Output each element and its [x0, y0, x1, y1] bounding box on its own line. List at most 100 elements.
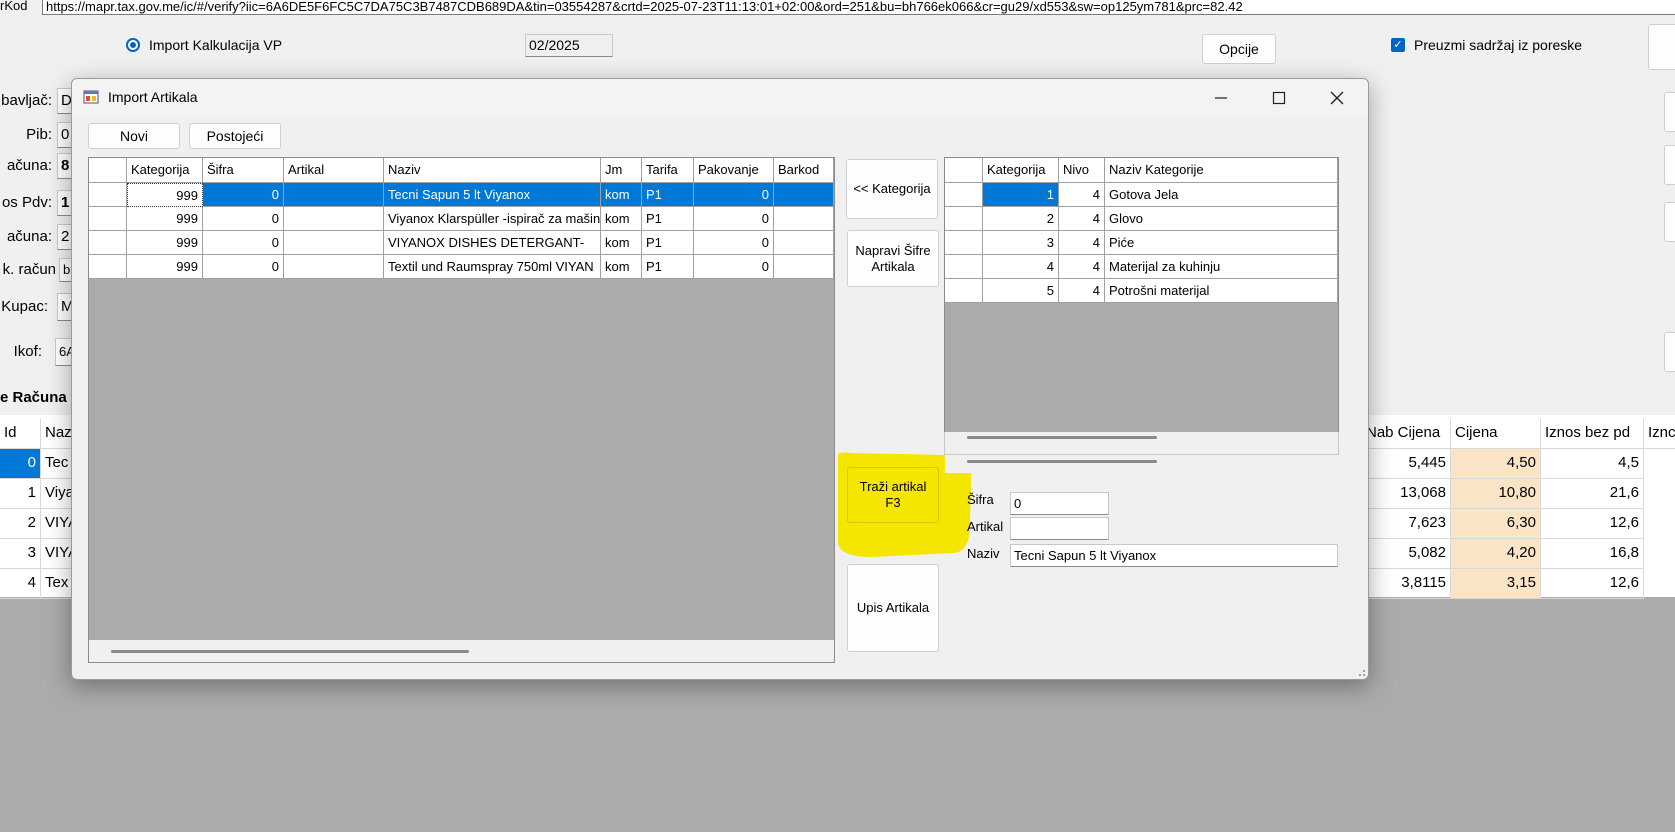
- categories-hscroll-thumb[interactable]: [967, 460, 1157, 463]
- table-row-kategorija[interactable]: 999: [127, 183, 203, 207]
- napravi-sifre-button[interactable]: Napravi Šifre Artikala: [847, 230, 939, 287]
- table-row-nivo[interactable]: 4: [1059, 255, 1105, 279]
- table-row-cijena[interactable]: 4,50: [1451, 449, 1541, 479]
- table-row-iznos[interactable]: 12,6: [1541, 509, 1644, 539]
- table-row-jm[interactable]: kom: [601, 183, 642, 207]
- resize-grip-icon[interactable]: [1356, 667, 1366, 677]
- table-row-nivo[interactable]: 4: [1059, 207, 1105, 231]
- sifra-input[interactable]: 0: [1010, 492, 1109, 515]
- side-button-3[interactable]: [1664, 145, 1675, 185]
- row-header[interactable]: [89, 255, 127, 279]
- table-row-naziv[interactable]: Glovo: [1105, 207, 1338, 231]
- col-header-sifra[interactable]: Šifra: [203, 158, 284, 183]
- row-header[interactable]: [945, 183, 983, 207]
- table-row-pakovanje[interactable]: 0: [694, 183, 774, 207]
- table-row-artikal[interactable]: [284, 255, 384, 279]
- table-row-naziv[interactable]: Textil und Raumspray 750ml VIYAN: [384, 255, 601, 279]
- table-row-nab[interactable]: 7,623: [1362, 509, 1451, 539]
- table-row-tarifa[interactable]: P1: [642, 231, 694, 255]
- table-row-iznos[interactable]: 21,6: [1541, 479, 1644, 509]
- table-row-jm[interactable]: kom: [601, 255, 642, 279]
- col-header-id[interactable]: Id: [0, 419, 41, 449]
- table-row-cijena[interactable]: 10,80: [1451, 479, 1541, 509]
- table-row-cijena[interactable]: 4,20: [1451, 539, 1541, 569]
- table-row-nivo[interactable]: 4: [1059, 183, 1105, 207]
- table-row-id[interactable]: 4: [0, 569, 41, 599]
- novi-button[interactable]: Novi: [88, 123, 180, 149]
- table-row-pakovanje[interactable]: 0: [694, 207, 774, 231]
- table-row-iznos[interactable]: 16,8: [1541, 539, 1644, 569]
- options-button[interactable]: Opcije: [1202, 34, 1276, 64]
- table-row-tarifa[interactable]: P1: [642, 207, 694, 231]
- import-kalkulacija-radio[interactable]: [126, 38, 140, 52]
- table-row-naziv[interactable]: VIYANOX DISHES DETERGANT-: [384, 231, 601, 255]
- row-header[interactable]: [945, 207, 983, 231]
- table-row-iznos[interactable]: 4,5: [1541, 449, 1644, 479]
- col-header-iznos[interactable]: Iznc: [1644, 419, 1675, 449]
- col-header-tarifa[interactable]: Tarifa: [642, 158, 694, 183]
- maximize-icon[interactable]: [1272, 91, 1286, 105]
- table-row-sifra[interactable]: 0: [203, 207, 284, 231]
- table-row-kategorija[interactable]: 999: [127, 231, 203, 255]
- minimize-icon[interactable]: [1214, 91, 1228, 105]
- row-header[interactable]: [89, 231, 127, 255]
- table-row-barkod[interactable]: [774, 231, 834, 255]
- articles-hscrollbar[interactable]: [89, 640, 834, 662]
- table-row-naziv[interactable]: Materijal za kuhinju: [1105, 255, 1338, 279]
- table-row-jm[interactable]: kom: [601, 207, 642, 231]
- table-row-naziv[interactable]: Tecni Sapun 5 lt Viyanox: [384, 183, 601, 207]
- table-row-iznos[interactable]: 12,6: [1541, 569, 1644, 599]
- table-row-tarifa[interactable]: P1: [642, 183, 694, 207]
- table-row-jm[interactable]: kom: [601, 231, 642, 255]
- table-row-id[interactable]: 0: [0, 449, 41, 479]
- url-input[interactable]: https://mapr.tax.gov.me/ic/#/verify?iic=…: [42, 0, 1675, 15]
- articles-hscroll-thumb[interactable]: [111, 650, 469, 653]
- table-row-naziv[interactable]: Gotova Jela: [1105, 183, 1338, 207]
- table-row-kategorija[interactable]: 5: [983, 279, 1059, 303]
- table-row-artikal[interactable]: [284, 207, 384, 231]
- table-row-tarifa[interactable]: P1: [642, 255, 694, 279]
- table-row-sifra[interactable]: 0: [203, 231, 284, 255]
- side-button-4[interactable]: [1664, 202, 1675, 242]
- preuzmi-checkbox[interactable]: ✓: [1391, 38, 1405, 52]
- table-row-cijena[interactable]: 6,30: [1451, 509, 1541, 539]
- table-row-nab[interactable]: 5,445: [1362, 449, 1451, 479]
- col-header-iznos-bez-pdv[interactable]: Iznos bez pd: [1541, 419, 1644, 449]
- col-header-jm[interactable]: Jm: [601, 158, 642, 183]
- table-row-naziv[interactable]: Potrošni materijal: [1105, 279, 1338, 303]
- table-row-artikal[interactable]: [284, 231, 384, 255]
- table-row-cijena[interactable]: 3,15: [1451, 569, 1541, 599]
- table-row-nab[interactable]: 5,082: [1362, 539, 1451, 569]
- table-row-barkod[interactable]: [774, 255, 834, 279]
- trazi-artikal-button[interactable]: Traži artikal F3: [847, 467, 939, 523]
- col-header-pakovanje[interactable]: Pakovanje: [694, 158, 774, 183]
- table-row-kategorija[interactable]: 3: [983, 231, 1059, 255]
- upis-artikala-button[interactable]: Upis Artikala: [847, 564, 939, 652]
- col-header-kategorija[interactable]: Kategorija: [127, 158, 203, 183]
- row-header[interactable]: [945, 255, 983, 279]
- table-row-id[interactable]: 1: [0, 479, 41, 509]
- naziv-input[interactable]: Tecni Sapun 5 lt Viyanox: [1010, 544, 1338, 567]
- table-row-kategorija[interactable]: 2: [983, 207, 1059, 231]
- table-row-nab[interactable]: 13,068: [1362, 479, 1451, 509]
- row-header[interactable]: [89, 183, 127, 207]
- table-row-kategorija[interactable]: 999: [127, 255, 203, 279]
- period-field[interactable]: 02/2025: [525, 34, 613, 57]
- col-header-naziv[interactable]: Naziv: [384, 158, 601, 183]
- table-row-kategorija[interactable]: 999: [127, 207, 203, 231]
- row-header[interactable]: [945, 279, 983, 303]
- close-icon[interactable]: [1330, 91, 1344, 105]
- kategorija-button[interactable]: << Kategorija: [846, 159, 938, 219]
- table-row-barkod[interactable]: [774, 183, 834, 207]
- col-header-cijena[interactable]: Cijena: [1451, 419, 1541, 449]
- col-header-kategorija[interactable]: Kategorija: [983, 158, 1059, 183]
- table-row-id[interactable]: 2: [0, 509, 41, 539]
- col-header-artikal[interactable]: Artikal: [284, 158, 384, 183]
- table-row-nivo[interactable]: 4: [1059, 279, 1105, 303]
- side-button-1[interactable]: [1648, 24, 1675, 70]
- table-row-barkod[interactable]: [774, 207, 834, 231]
- side-button-5[interactable]: [1664, 332, 1675, 372]
- table-row-pakovanje[interactable]: 0: [694, 255, 774, 279]
- col-header-nab-cijena[interactable]: Nab Cijena: [1362, 419, 1451, 449]
- table-row-pakovanje[interactable]: 0: [694, 231, 774, 255]
